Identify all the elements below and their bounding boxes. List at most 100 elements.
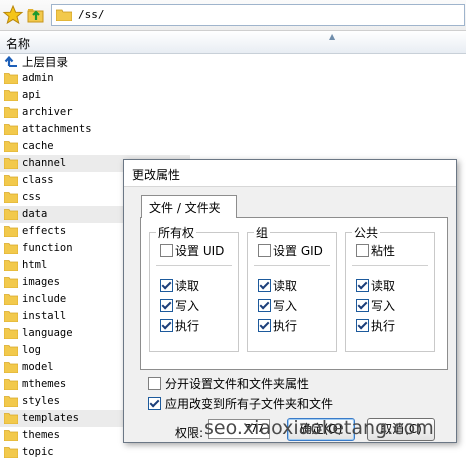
toolbar: /ss/ [0,0,466,31]
owner-write-label: 写入 [175,299,200,313]
file-name: images [22,276,60,288]
file-name: language [22,327,73,339]
file-name: html [22,259,48,271]
set-uid-checkbox[interactable] [160,244,173,257]
owner-exec-label: 执行 [175,319,200,333]
up-folder-icon[interactable] [25,4,47,26]
public-write-checkbox[interactable] [356,299,369,312]
folder-icon [3,259,19,272]
separate-attributes-label: 分开设置文件和文件夹属性 [165,377,310,391]
watermark: seo.xiaoxiaoketang.com [204,417,434,439]
group-read-checkbox[interactable] [258,279,271,292]
star-icon[interactable] [2,4,24,26]
folder-icon [3,106,19,119]
folder-icon [3,123,19,136]
folder-icon [3,327,19,340]
folder-icon [3,310,19,323]
apply-recursive-checkbox[interactable] [148,397,161,410]
file-name: class [22,174,54,186]
sticky-label: 粘性 [371,244,396,258]
sort-arrow-icon: ▲ [329,32,336,41]
list-item[interactable]: api [0,87,190,104]
folder-icon [3,208,19,221]
owner-exec-checkbox[interactable] [160,319,173,332]
file-name: channel [22,157,67,169]
change-attributes-dialog: 更改属性 文件 / 文件夹 所有权 设置 UID 读取 写入 执行 组 设置 G… [123,159,457,443]
list-item[interactable]: topic [0,444,190,461]
file-name: api [22,89,41,101]
folder-icon [3,446,19,459]
column-header[interactable]: 名称 ▲ [0,31,466,54]
owner-read-checkbox[interactable] [160,279,173,292]
folder-icon [3,89,19,102]
file-name: cache [22,140,54,152]
group-group-title: 组 [254,224,271,241]
group-exec-label: 执行 [273,319,298,333]
folder-icon [3,293,19,306]
divider [254,265,330,266]
owner-read-label: 读取 [175,279,200,293]
file-name: 上层目录 [22,55,68,69]
path-text: /ss/ [78,8,105,21]
parent-directory-row[interactable]: 上层目录 [0,53,190,70]
folder-icon [3,361,19,374]
up-arrow-icon [4,55,18,67]
list-item[interactable]: archiver [0,104,190,121]
file-name: topic [22,446,54,458]
folder-icon [3,344,19,357]
dialog-titlebar[interactable]: 更改属性 [124,160,456,187]
file-name: styles [22,395,60,407]
file-name: themes [22,429,60,441]
group-exec-checkbox[interactable] [258,319,271,332]
public-write-label: 写入 [371,299,396,313]
public-exec-label: 执行 [371,319,396,333]
tab-panel: 所有权 设置 UID 读取 写入 执行 组 设置 GID 读取 写入 执行 公共… [140,217,448,370]
name-column-header[interactable]: 名称 [6,35,30,52]
folder-icon [3,191,19,204]
file-name: include [22,293,67,305]
group-public-title: 公共 [352,224,381,241]
group-owner-title: 所有权 [156,224,197,241]
file-name: archiver [22,106,73,118]
list-item[interactable]: admin [0,70,190,87]
tab-file-folder[interactable]: 文件 / 文件夹 [141,195,237,218]
apply-recursive-label: 应用改变到所有子文件夹和文件 [165,397,334,411]
tab-label: 文件 / 文件夹 [149,201,221,215]
file-name: attachments [22,123,92,135]
file-name: admin [22,72,54,84]
folder-icon [3,395,19,408]
folder-icon [3,412,19,425]
list-item[interactable]: cache [0,138,190,155]
file-name: templates [22,412,79,424]
set-gid-label: 设置 GID [273,244,323,258]
list-item[interactable]: attachments [0,121,190,138]
group-owner: 所有权 设置 UID 读取 写入 执行 [149,224,239,352]
group-write-label: 写入 [273,299,298,313]
permission-label: 权限: [175,426,204,440]
set-gid-checkbox[interactable] [258,244,271,257]
group-group: 组 设置 GID 读取 写入 执行 [247,224,337,352]
group-write-checkbox[interactable] [258,299,271,312]
sticky-checkbox[interactable] [356,244,369,257]
folder-icon [56,9,72,21]
public-exec-checkbox[interactable] [356,319,369,332]
path-input[interactable]: /ss/ [51,4,465,26]
folder-icon [3,157,19,170]
file-name: install [22,310,67,322]
group-public: 公共 粘性 读取 写入 执行 [345,224,435,352]
folder-icon [3,72,19,85]
folder-icon [3,140,19,153]
owner-write-checkbox[interactable] [160,299,173,312]
folder-icon [3,225,19,238]
divider [156,265,232,266]
dialog-title: 更改属性 [132,168,181,182]
file-name: css [22,191,41,203]
group-read-label: 读取 [273,279,298,293]
file-name: data [22,208,48,220]
folder-icon [3,276,19,289]
separate-attributes-checkbox[interactable] [148,377,161,390]
folder-icon [3,378,19,391]
folder-icon [3,429,19,442]
public-read-checkbox[interactable] [356,279,369,292]
set-uid-label: 设置 UID [175,244,225,258]
